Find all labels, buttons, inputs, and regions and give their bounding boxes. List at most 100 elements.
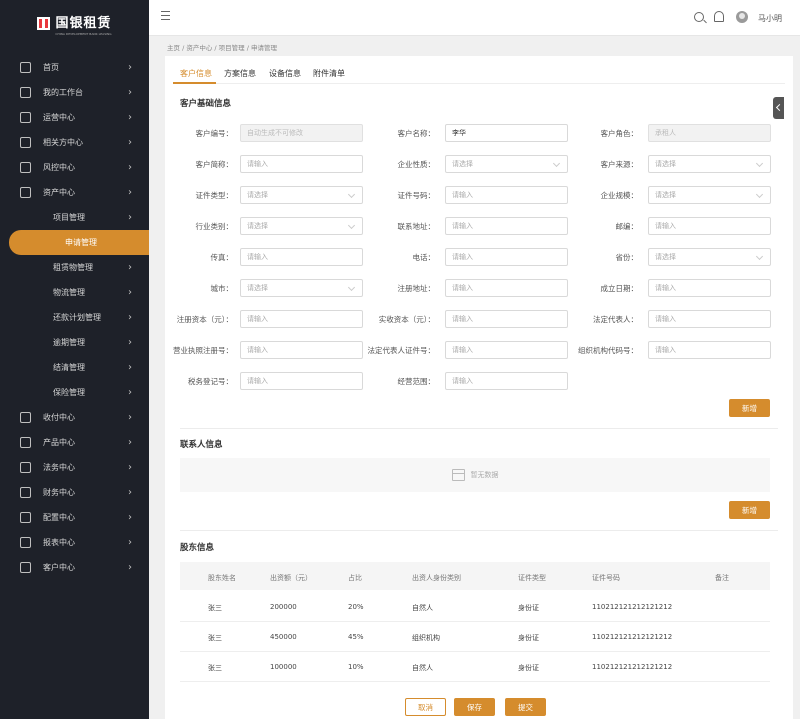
sidebar-item-label: 申请管理 bbox=[65, 238, 97, 247]
field-label: 税务登记号： bbox=[188, 377, 233, 386]
sidebar-item-label: 法务中心 bbox=[43, 463, 75, 472]
sidebar-item[interactable]: 客户中心 › bbox=[0, 555, 149, 580]
field-label: 企业性质： bbox=[397, 160, 436, 169]
table-row: 张三 450000 45% 组织机构 身份证 110212121212121212 bbox=[180, 622, 770, 652]
input-field[interactable]: 请输入 bbox=[648, 279, 771, 297]
payment-icon bbox=[20, 412, 31, 423]
search-icon[interactable] bbox=[694, 12, 704, 22]
table-cell: 组织机构 bbox=[412, 634, 440, 642]
table-cell: 身份证 bbox=[518, 604, 539, 612]
field-label: 城市： bbox=[210, 284, 234, 293]
sidebar-item[interactable]: 产品中心 › bbox=[0, 430, 149, 455]
shield-icon bbox=[20, 162, 31, 173]
field-label: 企业规模： bbox=[600, 191, 639, 200]
table-cell: 200000 bbox=[270, 603, 297, 611]
chevron-right-icon: › bbox=[128, 87, 132, 98]
breadcrumb: 主页 / 资产中心 / 项目管理 / 申请管理 bbox=[167, 44, 277, 52]
tabs-divider bbox=[173, 83, 785, 84]
select-field[interactable]: 请选择 bbox=[648, 248, 771, 266]
sidebar-item[interactable]: 运营中心 › bbox=[0, 105, 149, 130]
field-label: 行业类别： bbox=[195, 222, 234, 231]
tab-attachments[interactable]: 附件清单 bbox=[313, 68, 345, 79]
input-field[interactable]: 请输入 bbox=[648, 217, 771, 235]
chevron-right-icon: › bbox=[128, 412, 132, 423]
input-field[interactable]: 请输入 bbox=[445, 372, 568, 390]
sidebar-item-label: 产品中心 bbox=[43, 438, 75, 447]
section-title-customer-basic: 客户基础信息 bbox=[180, 99, 232, 109]
table-cell: 10% bbox=[348, 663, 364, 671]
sidebar: 国银租赁 CHINA DEVELOPMENT BANK LEASING 首页 › 我… bbox=[0, 0, 149, 719]
table-cell: 自然人 bbox=[412, 604, 433, 612]
add-contact-button[interactable]: 新增 bbox=[729, 501, 770, 519]
tab-customer-info[interactable]: 客户信息 bbox=[180, 68, 212, 79]
sidebar-item-label: 资产中心 bbox=[43, 188, 75, 197]
table-cell: 20% bbox=[348, 603, 364, 611]
active-tab-indicator bbox=[173, 82, 216, 84]
top-bar: 马小明 bbox=[149, 0, 800, 36]
sidebar-item[interactable]: 配置中心 › bbox=[0, 505, 149, 530]
field-label: 证件类型： bbox=[195, 191, 234, 200]
sidebar-item-label: 租赁物管理 bbox=[53, 263, 93, 272]
sidebar-item-label: 风控中心 bbox=[43, 163, 75, 172]
table-header-cell: 证件号码 bbox=[592, 574, 620, 582]
select-field[interactable]: 请选择 bbox=[648, 186, 771, 204]
tag-icon bbox=[20, 137, 31, 148]
cancel-button[interactable]: 取消 bbox=[405, 698, 446, 716]
sidebar-item-label: 项目管理 bbox=[53, 213, 85, 222]
table-cell: 100000 bbox=[270, 663, 297, 671]
username[interactable]: 马小明 bbox=[758, 13, 782, 24]
menu-toggle-icon[interactable] bbox=[161, 11, 170, 20]
table-row: 张三 200000 20% 自然人 身份证 110212121212121212 bbox=[180, 592, 770, 622]
chevron-right-icon: › bbox=[128, 437, 132, 448]
chevron-right-icon: › bbox=[128, 487, 132, 498]
notification-bell-icon[interactable] bbox=[714, 11, 724, 22]
table-cell: 身份证 bbox=[518, 634, 539, 642]
chevron-right-icon: › bbox=[128, 112, 132, 123]
tab-plan-info[interactable]: 方案信息 bbox=[224, 68, 256, 79]
sidebar-item[interactable]: 财务中心 › bbox=[0, 480, 149, 505]
save-button[interactable]: 保存 bbox=[454, 698, 495, 716]
logo-mark-icon bbox=[37, 17, 51, 30]
table-cell: 110212121212121212 bbox=[592, 603, 673, 611]
sidebar-item[interactable]: 收付中心 › bbox=[0, 405, 149, 430]
sidebar-item-label: 逾期管理 bbox=[53, 338, 85, 347]
sidebar-item[interactable]: 法务中心 › bbox=[0, 455, 149, 480]
product-icon bbox=[20, 437, 31, 448]
table-header-cell: 出资人身份类别 bbox=[412, 574, 461, 582]
sidebar-item[interactable]: 报表中心 › bbox=[0, 530, 149, 555]
input-field[interactable]: 请输入 bbox=[648, 310, 771, 328]
collapse-panel-icon[interactable] bbox=[773, 97, 784, 119]
sidebar-item-label: 报表中心 bbox=[43, 538, 75, 547]
divider bbox=[180, 428, 778, 429]
field-label: 经营范围： bbox=[397, 377, 436, 386]
table-cell: 张三 bbox=[208, 604, 222, 612]
table-header-cell: 备注 bbox=[715, 574, 729, 582]
avatar[interactable] bbox=[736, 11, 748, 23]
tab-equipment-info[interactable]: 设备信息 bbox=[269, 68, 301, 79]
sidebar-item-label: 物流管理 bbox=[53, 288, 85, 297]
main-content: 客户信息 方案信息 设备信息 附件清单 客户基础信息 客户编号： 自动生成不可修改… bbox=[165, 56, 793, 719]
select-field[interactable]: 请选择 bbox=[648, 155, 771, 173]
chevron-right-icon: › bbox=[128, 512, 132, 523]
field-label: 法定代表人证件号： bbox=[367, 346, 436, 355]
field-label: 证件号码： bbox=[397, 191, 436, 200]
chevron-right-icon: › bbox=[128, 387, 132, 398]
table-header-cell: 证件类型 bbox=[518, 574, 546, 582]
divider bbox=[180, 530, 778, 531]
finance-icon bbox=[20, 487, 31, 498]
sidebar-item[interactable]: 首页 › bbox=[0, 55, 149, 80]
chevron-right-icon: › bbox=[128, 362, 132, 373]
chevron-right-icon: › bbox=[128, 537, 132, 548]
field-label: 客户角色： bbox=[600, 129, 639, 138]
add-customer-button[interactable]: 新增 bbox=[729, 399, 770, 417]
sidebar-item-label: 配置中心 bbox=[43, 513, 75, 522]
sidebar-item-label: 首页 bbox=[43, 63, 59, 72]
input-field[interactable]: 请输入 bbox=[648, 341, 771, 359]
sidebar-item[interactable]: 我的工作台 › bbox=[0, 80, 149, 105]
workbench-icon bbox=[20, 87, 31, 98]
table-cell: 自然人 bbox=[412, 664, 433, 672]
field-label: 客户简称： bbox=[195, 160, 234, 169]
section-title-contacts: 联系人信息 bbox=[180, 440, 223, 450]
field-label: 邮编： bbox=[615, 222, 639, 231]
submit-button[interactable]: 提交 bbox=[505, 698, 546, 716]
